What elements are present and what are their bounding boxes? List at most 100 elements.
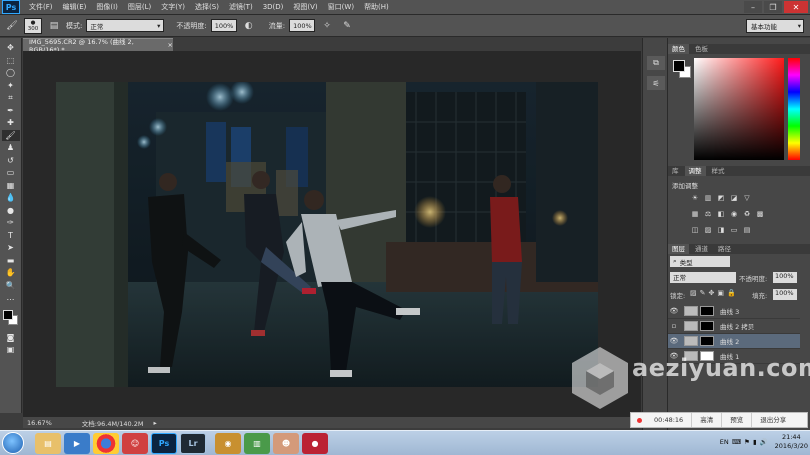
pen-tool-icon[interactable]: ✑ xyxy=(2,217,20,229)
layer-row[interactable]: 👁 曲线 3 xyxy=(668,304,800,319)
posterize-icon[interactable]: ▨ xyxy=(703,225,713,234)
language-indicator[interactable]: EN xyxy=(720,438,729,446)
photo-app-icon[interactable]: ☻ xyxy=(273,432,299,454)
properties-panel-icon[interactable]: ⚟ xyxy=(647,76,665,90)
opacity-input[interactable]: 100% xyxy=(210,19,237,32)
panel-foreground-swatch[interactable] xyxy=(673,60,685,72)
menu-3d[interactable]: 3D(D) xyxy=(258,0,289,15)
shape-tool-icon[interactable]: ▬ xyxy=(2,255,20,267)
menu-view[interactable]: 视图(V) xyxy=(288,0,322,15)
brush-panel-icon[interactable]: ▤ xyxy=(46,19,62,33)
menu-file[interactable]: 文件(F) xyxy=(24,0,58,15)
move-tool-icon[interactable]: ✥ xyxy=(2,42,20,54)
eye-hidden-icon[interactable]: ▫ xyxy=(668,322,680,330)
lock-icons[interactable]: ▨✎✥▣🔒 xyxy=(690,289,739,297)
history-panel-icon[interactable]: ⧉ xyxy=(647,56,665,70)
tab-swatches[interactable]: 色板 xyxy=(691,44,712,54)
blend-mode-select[interactable]: 正常 xyxy=(670,272,736,283)
exposure-icon[interactable]: ◪ xyxy=(729,193,739,202)
game-icon[interactable]: ☺ xyxy=(122,432,148,454)
lightroom-task-icon[interactable]: Lr xyxy=(180,432,206,454)
color-swatches[interactable] xyxy=(2,309,20,327)
menu-window[interactable]: 窗口(W) xyxy=(323,0,359,15)
layer-row-selected[interactable]: 👁 曲线 2 xyxy=(668,334,800,349)
tiger-app-icon[interactable]: ◉ xyxy=(215,432,241,454)
hue-saturation-icon[interactable]: ▦ xyxy=(690,209,700,218)
threshold-icon[interactable]: ◨ xyxy=(716,225,726,234)
healing-brush-tool-icon[interactable]: ✚ xyxy=(2,117,20,129)
eyedropper-tool-icon[interactable]: ✒ xyxy=(2,105,20,117)
exit-share-button[interactable]: 退出分享 xyxy=(752,413,794,427)
hand-tool-icon[interactable]: ✋ xyxy=(2,267,20,279)
flow-input[interactable]: 100% xyxy=(289,19,316,32)
preview-button[interactable]: 预览 xyxy=(722,413,753,427)
photo-filter-icon[interactable]: ◉ xyxy=(729,209,739,218)
airbrush-icon[interactable]: ✧ xyxy=(319,19,335,33)
eye-icon[interactable]: 👁 xyxy=(668,337,680,345)
clock[interactable]: 21:44 2016/3/20 xyxy=(775,433,808,451)
quick-mask-icon[interactable]: ◙ xyxy=(2,332,20,344)
fill-input[interactable]: 100% xyxy=(773,289,797,300)
black-white-icon[interactable]: ◧ xyxy=(716,209,726,218)
history-brush-tool-icon[interactable]: ↺ xyxy=(2,155,20,167)
type-tool-icon[interactable]: T xyxy=(2,230,20,242)
menu-image[interactable]: 图像(I) xyxy=(91,0,123,15)
path-select-tool-icon[interactable]: ➤ xyxy=(2,242,20,254)
color-balance-icon[interactable]: ⚖ xyxy=(703,209,713,218)
tab-styles[interactable]: 样式 xyxy=(708,166,729,176)
invert-icon[interactable]: ◫ xyxy=(690,225,700,234)
flag-icon[interactable]: ⚑ xyxy=(744,438,750,446)
menu-layer[interactable]: 图层(L) xyxy=(123,0,156,15)
tab-color[interactable]: 颜色 xyxy=(668,44,689,54)
tab-channels[interactable]: 通道 xyxy=(691,244,712,254)
dodge-tool-icon[interactable]: ● xyxy=(2,205,20,217)
pressure-size-icon[interactable]: ✎ xyxy=(339,19,355,33)
explorer-icon[interactable]: ▤ xyxy=(35,432,61,454)
restore-icon[interactable]: ❐ xyxy=(764,1,782,13)
hd-button[interactable]: 高清 xyxy=(692,413,723,427)
more-tools-icon[interactable]: … xyxy=(2,292,20,304)
clone-stamp-tool-icon[interactable]: ♟ xyxy=(2,142,20,154)
color-lookup-icon[interactable]: ▩ xyxy=(755,209,765,218)
menu-edit[interactable]: 编辑(E) xyxy=(58,0,92,15)
close-icon[interactable]: ✕ xyxy=(784,1,808,13)
brush-size-picker[interactable]: ● 300 xyxy=(24,17,42,34)
layer-opacity-input[interactable]: 100% xyxy=(773,272,797,283)
document-photo[interactable] xyxy=(56,82,598,387)
zoom-level[interactable]: 16.67% xyxy=(27,419,52,427)
tab-paths[interactable]: 路径 xyxy=(714,244,735,254)
document-tab[interactable]: IMG_5695.CR2 @ 16.7% (曲线 2, RGB/16*) * × xyxy=(23,38,173,54)
menu-select[interactable]: 选择(S) xyxy=(190,0,224,15)
zoom-tool-icon[interactable]: 🔍 xyxy=(2,280,20,292)
document-app-icon[interactable]: ▥ xyxy=(244,432,270,454)
eraser-tool-icon[interactable]: ▭ xyxy=(2,167,20,179)
selective-color-icon[interactable]: ▤ xyxy=(742,225,752,234)
media-player-icon[interactable]: ▶ xyxy=(64,432,90,454)
color-picker-field[interactable] xyxy=(694,58,784,160)
recorder-app-icon[interactable]: ● xyxy=(302,432,328,454)
menu-filter[interactable]: 滤镜(T) xyxy=(224,0,258,15)
close-tab-icon[interactable]: × xyxy=(168,41,173,49)
brush-tool-preset-icon[interactable]: 🖌 xyxy=(4,19,20,33)
tab-layers[interactable]: 图层 xyxy=(668,244,689,254)
lasso-tool-icon[interactable]: ◯ xyxy=(2,67,20,79)
quick-select-tool-icon[interactable]: ✦ xyxy=(2,80,20,92)
marquee-tool-icon[interactable]: ⬚ xyxy=(2,55,20,67)
chrome-icon[interactable] xyxy=(93,432,119,454)
crop-tool-icon[interactable]: ⌗ xyxy=(2,92,20,104)
mode-select[interactable]: 正常 ▾ xyxy=(86,19,165,32)
hue-slider[interactable] xyxy=(788,58,800,160)
brush-tool-icon[interactable]: 🖌 xyxy=(1,129,20,141)
vibrance-icon[interactable]: ▽ xyxy=(742,193,752,202)
screen-mode-icon[interactable]: ▣ xyxy=(2,344,20,356)
blur-tool-icon[interactable]: 💧 xyxy=(2,192,20,204)
input-method-icon[interactable]: ⌨ xyxy=(732,438,741,446)
eye-icon[interactable]: 👁 xyxy=(668,307,680,315)
start-button[interactable] xyxy=(2,432,24,454)
volume-icon[interactable]: 🔊 xyxy=(760,438,768,446)
gradient-map-icon[interactable]: ▭ xyxy=(729,225,739,234)
photoshop-task-icon[interactable]: Ps xyxy=(151,432,177,454)
foreground-color-swatch[interactable] xyxy=(2,309,13,320)
layer-row[interactable]: ▫ 曲线 2 拷贝 xyxy=(668,319,800,334)
network-icon[interactable]: ▮ xyxy=(753,438,757,446)
